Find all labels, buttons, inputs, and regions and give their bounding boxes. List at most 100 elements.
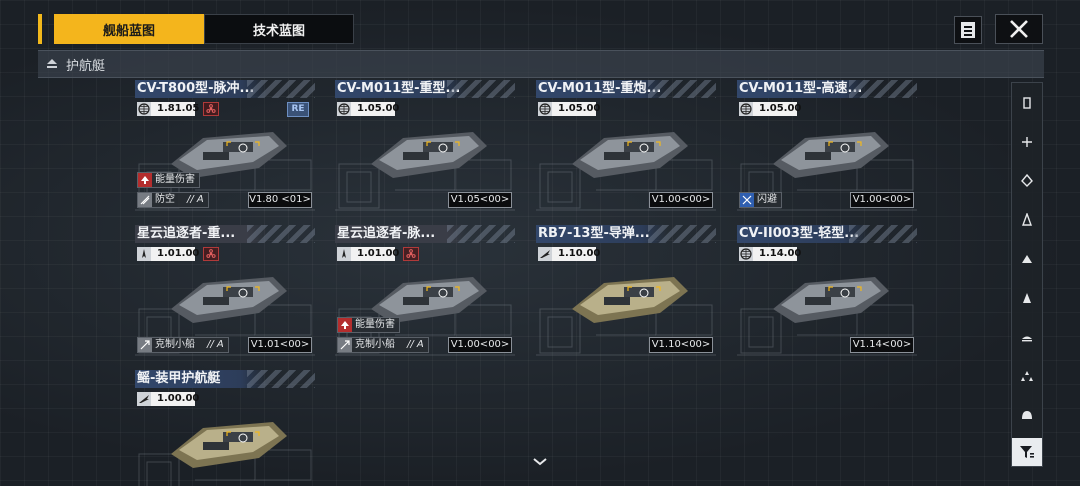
ship-card[interactable]: 鳐-装甲护航艇 1.00.00 (135, 370, 315, 486)
tab-tech-blueprints[interactable]: 技术蓝图 (204, 14, 354, 44)
globe-icon (538, 102, 552, 116)
ship-card[interactable]: CV-M011型-重型... 1.05.00 V1.05<00> (335, 80, 515, 215)
ship-model-image (163, 406, 293, 476)
version-tag: V1.80 <01> (248, 192, 312, 208)
tab-bar: 舰船蓝图 技术蓝图 (38, 14, 354, 44)
station-icon[interactable] (1012, 403, 1042, 427)
evade-icon (740, 193, 754, 207)
trait-tag: 防空 // A (137, 192, 209, 208)
ship-card[interactable]: 星云追逐者-脉... 1.01.00 能量伤害 克制小船// A V1.00<00> (335, 225, 515, 360)
ship-card[interactable]: CV-M011型-高速... 1.05.00 闪避 V1.00<00> (737, 80, 917, 215)
ship-card[interactable]: 星云追逐者-重... 1.01.00 克制小船// A V1.01<00> (135, 225, 315, 360)
category-header[interactable]: 护航艇 (38, 50, 1044, 78)
globe-icon (137, 102, 151, 116)
frigate-icon[interactable] (1012, 91, 1042, 115)
tab-ship-blueprints[interactable]: 舰船蓝图 (54, 14, 204, 44)
ship-card[interactable]: CV-II003型-轻型... 1.14.00 V1.14<00> (737, 225, 917, 360)
version-tag: V1.00<00> (448, 337, 512, 353)
ship-model-image (363, 116, 493, 186)
trait-grade: // A (187, 194, 204, 205)
title-stripes (849, 225, 917, 243)
trait-tag: 克制小船 // A (137, 337, 229, 353)
counter-icon (338, 338, 352, 352)
trait-grade: // A (207, 339, 224, 350)
trait-tag: 能量伤害 (137, 172, 200, 188)
version-tag: V1.14<00> (850, 337, 914, 353)
ship-card[interactable]: CV-T800型-脉冲... 1.81.05 RE 能量伤害 防空// A V1.80 <… (135, 80, 315, 215)
ship-model-image (765, 116, 895, 186)
close-icon (1010, 20, 1028, 38)
ship-version: 1.01.00 (351, 247, 399, 261)
version-tag: V1.00<00> (649, 192, 713, 208)
ship-model-image (163, 261, 293, 331)
title-stripes (849, 80, 917, 98)
version-tag: V1.10<00> (649, 337, 713, 353)
atom-icon (203, 247, 219, 261)
version-tag: V1.01<00> (248, 337, 312, 353)
trait-label: 能量伤害 (355, 319, 395, 330)
trait-tag: 克制小船 // A (337, 337, 429, 353)
tab-accent (38, 14, 42, 44)
fighter-icon[interactable] (1012, 364, 1042, 388)
version-tag: V1.05<00> (448, 192, 512, 208)
trait-tag: 能量伤害 (337, 317, 400, 333)
category-label: 护航艇 (66, 58, 106, 74)
document-icon (961, 22, 975, 38)
arrow-up-icon (338, 318, 352, 332)
close-button[interactable] (995, 14, 1043, 44)
title-stripes (648, 225, 716, 243)
ship-version: 1.10.00 (552, 247, 600, 261)
re-badge: RE (287, 102, 309, 117)
ship-model-image (564, 116, 694, 186)
cruiser-icon[interactable] (1012, 169, 1042, 193)
ship-card[interactable]: RB7-13型-导弹... 1.10.00 V1.10<00> (536, 225, 716, 360)
filter-button[interactable] (1012, 438, 1042, 466)
ship-version: 1.01.00 (151, 247, 199, 261)
ship-version: 1.00.00 (151, 392, 199, 406)
version-tag: V1.00<00> (850, 192, 914, 208)
filter-icon (1020, 446, 1034, 458)
title-stripes (247, 80, 315, 98)
atom-icon (403, 247, 419, 261)
ship-version: 1.05.00 (552, 102, 600, 116)
battlecruiser-icon[interactable] (1012, 208, 1042, 232)
trait-label: 克制小船 (355, 339, 395, 350)
thrust-icon (137, 247, 151, 261)
title-stripes (447, 225, 515, 243)
trait-tag: 闪避 (739, 192, 782, 208)
counter-icon (138, 338, 152, 352)
notes-button[interactable] (954, 16, 982, 44)
class-filter-rail (1011, 82, 1043, 467)
globe-icon (337, 102, 351, 116)
ship-version: 1.14.00 (753, 247, 801, 261)
trait-label: 克制小船 (155, 339, 195, 350)
trait-grade: // A (407, 339, 424, 350)
thrust-icon (337, 247, 351, 261)
escort-class-icon (47, 59, 57, 68)
ship-card[interactable]: CV-M011型-重炮... 1.05.00 V1.00<00> (536, 80, 716, 215)
globe-icon (739, 247, 753, 261)
trait-label: 闪避 (757, 194, 777, 205)
atom-icon (203, 102, 219, 116)
title-stripes (247, 370, 315, 388)
globe-icon (739, 102, 753, 116)
carrier-icon[interactable] (1012, 247, 1042, 271)
scroll-down-icon[interactable] (532, 456, 548, 468)
ship-version: 1.05.00 (351, 102, 399, 116)
ship-model-image (564, 261, 694, 331)
title-stripes (247, 225, 315, 243)
aa-icon (138, 193, 152, 207)
corvette-icon[interactable] (1012, 286, 1042, 310)
title-stripes (648, 80, 716, 98)
title-stripes (447, 80, 515, 98)
trait-label: 防空 (155, 194, 175, 205)
trait-label: 能量伤害 (155, 174, 195, 185)
auxiliary-icon[interactable] (1012, 325, 1042, 349)
destroyer-icon[interactable] (1012, 130, 1042, 154)
ship-version: 1.81.05 (151, 102, 199, 116)
wing-icon (538, 247, 552, 261)
ship-model-image (765, 261, 895, 331)
wing-icon (137, 392, 151, 406)
ship-version: 1.05.00 (753, 102, 801, 116)
arrow-up-icon (138, 173, 152, 187)
